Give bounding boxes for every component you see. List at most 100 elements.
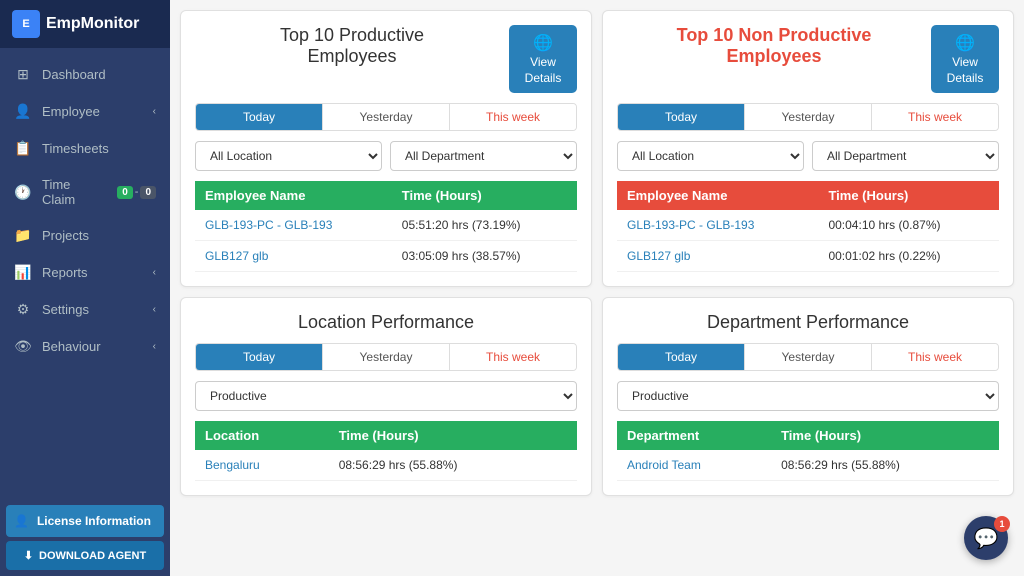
chat-icon: 💬: [974, 526, 999, 551]
timesheets-icon: 📋: [14, 140, 32, 157]
sidebar-item-timeclaim[interactable]: 🕐 Time Claim 0 - 0: [0, 167, 170, 217]
sidebar-item-label: Behaviour: [42, 339, 143, 354]
table-row: Bengaluru08:56:29 hrs (55.88%): [195, 450, 577, 481]
sidebar-item-employee[interactable]: 👤 Employee ‹: [0, 93, 170, 130]
sidebar-item-label: Timesheets: [42, 141, 156, 156]
row-name[interactable]: GLB127 glb: [617, 241, 818, 272]
sidebar-item-label: Reports: [42, 265, 143, 280]
timeclaim-icon: 🕐: [14, 184, 32, 201]
sidebar-item-timesheets[interactable]: 📋 Timesheets: [0, 130, 170, 167]
location-col-name: Location: [195, 421, 329, 450]
sidebar-item-label: Dashboard: [42, 67, 156, 82]
badge-dark: 0: [140, 186, 156, 199]
tab-thisweek-productive[interactable]: This week: [450, 104, 576, 130]
sidebar-bottom: 👤 License Information ⬇ DOWNLOAD AGENT: [0, 499, 170, 576]
dashboard-icon: ⊞: [14, 66, 32, 83]
download-agent-button[interactable]: ⬇ DOWNLOAD AGENT: [6, 541, 164, 570]
row-time: 08:56:29 hrs (55.88%): [329, 450, 577, 481]
productive-col-time: Time (Hours): [392, 181, 577, 210]
tab-today-productive[interactable]: Today: [196, 104, 323, 130]
location-table-header-row: Location Time (Hours): [195, 421, 577, 450]
employee-icon: 👤: [14, 103, 32, 120]
download-icon: ⬇: [24, 549, 33, 562]
tab-yesterday-department[interactable]: Yesterday: [745, 344, 872, 370]
settings-icon: ⚙: [14, 301, 32, 318]
logo: E EmpMonitor: [0, 0, 170, 48]
department-performance-card: Department Performance Today Yesterday T…: [602, 297, 1014, 496]
productive-view-details-button[interactable]: 🌐 View Details: [509, 25, 577, 93]
table-row: Android Team08:56:29 hrs (55.88%): [617, 450, 999, 481]
department-type-dropdown[interactable]: Productive: [617, 381, 999, 411]
license-button[interactable]: 👤 License Information: [6, 505, 164, 537]
sidebar-item-behaviour[interactable]: 👁 Behaviour ‹: [0, 328, 170, 365]
globe-icon: 🌐: [533, 33, 553, 53]
location-col-time: Time (Hours): [329, 421, 577, 450]
logo-text: EmpMonitor: [46, 15, 139, 33]
reports-icon: 📊: [14, 264, 32, 281]
tab-thisweek-location[interactable]: This week: [450, 344, 576, 370]
tab-today-nonproductive[interactable]: Today: [618, 104, 745, 130]
row-name[interactable]: GLB127 glb: [195, 241, 392, 272]
tab-yesterday-productive[interactable]: Yesterday: [323, 104, 450, 130]
department-col-time: Time (Hours): [771, 421, 999, 450]
sidebar-item-reports[interactable]: 📊 Reports ‹: [0, 254, 170, 291]
sidebar: E EmpMonitor ⊞ Dashboard 👤 Employee ‹ 📋 …: [0, 0, 170, 576]
row-name[interactable]: Android Team: [617, 450, 771, 481]
behaviour-icon: 👁: [14, 338, 32, 355]
non-productive-col-name: Employee Name: [617, 181, 818, 210]
row-name[interactable]: Bengaluru: [195, 450, 329, 481]
sidebar-item-projects[interactable]: 📁 Projects: [0, 217, 170, 254]
sidebar-item-settings[interactable]: ⚙ Settings ‹: [0, 291, 170, 328]
non-productive-filter-row: All Location All Department: [617, 141, 999, 171]
non-productive-col-time: Time (Hours): [818, 181, 999, 210]
tab-yesterday-nonproductive[interactable]: Yesterday: [745, 104, 872, 130]
card-title-wrap: Top 10 Non Productive Employees: [617, 25, 931, 77]
sidebar-item-label: Settings: [42, 302, 143, 317]
non-productive-view-details-button[interactable]: 🌐 View Details: [931, 25, 999, 93]
main-content: Top 10 Productive Employees 🌐 View Detai…: [170, 0, 1024, 576]
productive-department-dropdown[interactable]: All Department: [390, 141, 577, 171]
sidebar-item-dashboard[interactable]: ⊞ Dashboard: [0, 56, 170, 93]
productive-title: Top 10 Productive Employees: [195, 25, 509, 67]
location-type-dropdown[interactable]: Productive: [195, 381, 577, 411]
license-label: License Information: [37, 514, 151, 528]
department-table-header-row: Department Time (Hours): [617, 421, 999, 450]
productive-employees-card: Top 10 Productive Employees 🌐 View Detai…: [180, 10, 592, 287]
chevron-icon: ‹: [153, 341, 156, 352]
non-productive-location-dropdown[interactable]: All Location: [617, 141, 804, 171]
tab-yesterday-location[interactable]: Yesterday: [323, 344, 450, 370]
non-productive-department-dropdown[interactable]: All Department: [812, 141, 999, 171]
logo-icon: E: [12, 10, 40, 38]
chevron-icon: ‹: [153, 304, 156, 315]
tab-today-department[interactable]: Today: [618, 344, 745, 370]
tab-thisweek-department[interactable]: This week: [872, 344, 998, 370]
badge-wrap: 0 - 0: [117, 186, 156, 199]
chat-button[interactable]: 💬 1: [964, 516, 1008, 560]
badge-green: 0: [117, 186, 133, 199]
table-row: GLB-193-PC - GLB-19300:04:10 hrs (0.87%): [617, 210, 999, 241]
non-productive-table: Employee Name Time (Hours) GLB-193-PC - …: [617, 181, 999, 272]
department-table: Department Time (Hours) Android Team08:5…: [617, 421, 999, 481]
department-dropdown-wrap: Productive: [617, 381, 999, 411]
productive-filter-row: All Location All Department: [195, 141, 577, 171]
location-tab-group: Today Yesterday This week: [195, 343, 577, 371]
chevron-icon: ‹: [153, 106, 156, 117]
productive-col-name: Employee Name: [195, 181, 392, 210]
card-title-wrap: Top 10 Productive Employees: [195, 25, 509, 77]
location-table: Location Time (Hours) Bengaluru08:56:29 …: [195, 421, 577, 481]
row-time: 08:56:29 hrs (55.88%): [771, 450, 999, 481]
row-time: 00:01:02 hrs (0.22%): [818, 241, 999, 272]
row-name[interactable]: GLB-193-PC - GLB-193: [195, 210, 392, 241]
sidebar-nav: ⊞ Dashboard 👤 Employee ‹ 📋 Timesheets 🕐 …: [0, 48, 170, 499]
productive-location-dropdown[interactable]: All Location: [195, 141, 382, 171]
projects-icon: 📁: [14, 227, 32, 244]
row-name[interactable]: GLB-193-PC - GLB-193: [617, 210, 818, 241]
tab-thisweek-nonproductive[interactable]: This week: [872, 104, 998, 130]
sidebar-item-label: Employee: [42, 104, 143, 119]
tab-today-location[interactable]: Today: [196, 344, 323, 370]
card-header: Top 10 Non Productive Employees 🌐 View D…: [617, 25, 999, 93]
license-icon: 👤: [14, 514, 29, 528]
download-label: DOWNLOAD AGENT: [39, 550, 146, 562]
department-col-name: Department: [617, 421, 771, 450]
card-header: Top 10 Productive Employees 🌐 View Detai…: [195, 25, 577, 93]
